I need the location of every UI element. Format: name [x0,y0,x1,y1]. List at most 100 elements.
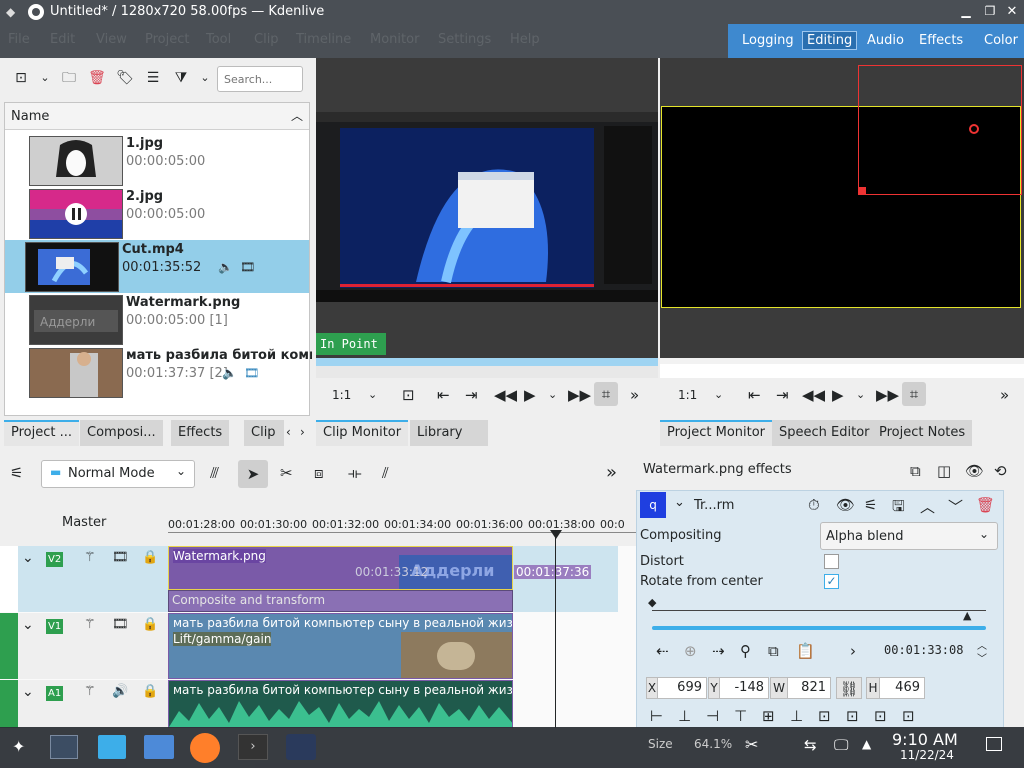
fit-icon[interactable]: ⊡ [402,386,415,404]
align-middle-icon[interactable]: ⊞ [762,707,775,725]
move-up-icon[interactable]: ︿ [920,496,935,517]
fit-width-icon[interactable]: ⊡ [846,707,859,725]
hide-track-icon[interactable]: 🎞 [112,617,129,632]
bin-item[interactable]: мать разбила битой компь 00:01:37:37 [2]… [25,346,313,399]
razor-tool-icon[interactable]: ✂ [280,464,293,482]
forward-icon[interactable]: ▶▶ [568,386,591,404]
save-icon[interactable]: 🖫 [892,496,905,521]
track-header-v1[interactable]: ⌄ V1 ⚚ 🎞 🔒 [0,613,168,679]
transform-corner-handle[interactable] [858,187,866,195]
add-clip-icon[interactable]: ⊡ [10,67,32,89]
lock-icon[interactable]: 🔒 [142,617,158,632]
link-icon[interactable]: ⛓ [836,677,862,699]
track-name[interactable]: V1 [46,619,64,634]
clip-monitor-ruler[interactable] [316,358,658,378]
compositing-select[interactable]: Alpha blend ⌄ [820,522,998,550]
align-left-icon[interactable]: ⊢ [650,707,663,725]
chevron-down-icon[interactable]: ⌄ [22,684,34,700]
spin-down-icon[interactable]: ﹀ [977,650,987,665]
chevron-down-icon[interactable]: ⌄ [674,495,685,510]
rewind-icon[interactable]: ◀◀ [802,386,825,404]
tab-project-monitor[interactable]: Project Monitor [660,420,773,446]
timeline-settings-icon[interactable]: ⚟ [10,464,23,482]
align-top-icon[interactable]: ⊤ [734,707,747,725]
menu-clip[interactable]: Clip [254,32,279,47]
edit-mode-select[interactable]: ▬ Normal Mode ⌄ [41,460,195,488]
transform-box[interactable] [858,65,1022,195]
zoom-select[interactable]: 1:1 [678,388,697,402]
project-monitor-video[interactable] [661,65,1022,308]
move-down-icon[interactable]: ﹀ [948,496,963,517]
firefox-icon[interactable] [190,733,220,763]
track-header-a1[interactable]: ⌄ A1 ⚚ 🔊 🔒 [0,680,168,728]
bin-item[interactable]: Аддерли Watermark.png 00:00:05:00 [1] [25,293,313,346]
layout-effects[interactable]: Effects [919,33,963,48]
playhead-marker[interactable] [550,530,562,539]
play-icon[interactable]: ▶ [524,386,536,404]
fit-icon[interactable]: ⊡ [818,707,831,725]
chevron-right-icon[interactable]: › [300,425,305,439]
crop-icon[interactable]: ⌗ [594,382,618,406]
w-input[interactable]: 821 [787,677,831,699]
tab-clip-properties[interactable]: Clip P [244,420,284,446]
fit-height-icon[interactable]: ⊡ [874,707,887,725]
chevron-down-icon[interactable]: ⌄ [22,617,34,633]
minimize-button[interactable]: ▁ [958,4,974,20]
settings-icon[interactable]: ⚟ [864,496,877,514]
chevron-down-icon[interactable]: ⌄ [714,388,723,401]
menu-project[interactable]: Project [145,32,189,47]
menu-timeline[interactable]: Timeline [296,32,351,47]
tab-compositions[interactable]: Composi... [80,420,163,446]
ripple-tool-icon[interactable]: ⟛ [348,464,362,482]
tag-icon[interactable]: 🏷 [114,67,136,89]
rewind-icon[interactable]: ◀◀ [494,386,517,404]
track-name[interactable]: V2 [46,552,64,567]
tab-clip-monitor[interactable]: Clip Monitor [316,420,409,446]
filter-icon[interactable]: ⧩ [170,67,192,89]
column-header[interactable]: Name ︿ [5,103,309,130]
track-name[interactable]: A1 [46,686,64,701]
fill-icon[interactable]: ⊡ [902,707,915,725]
project-monitor-ruler[interactable] [660,358,1024,378]
chevron-down-icon[interactable]: ⌄ [548,388,557,401]
keyframe-start-marker[interactable]: ◆ [648,596,656,609]
add-folder-icon[interactable]: 🗀 [58,67,80,89]
network-icon[interactable]: ⇆ [804,736,817,754]
app-launcher-icon[interactable]: ✦ [12,737,25,756]
tab-effects[interactable]: Effects [171,420,230,446]
zoom-select[interactable]: 1:1 [332,388,351,402]
kdenlive-icon[interactable] [286,734,316,760]
reset-icon[interactable]: ⟲ [994,462,1007,480]
scissors-icon[interactable]: ✂ [745,735,758,754]
chevron-right-icon[interactable]: › [850,642,856,660]
timeline-clip[interactable]: мать разбила битой компьютер сыну в реал… [168,680,513,728]
layout-audio[interactable]: Audio [867,33,904,48]
align-right-icon[interactable]: ⊣ [706,707,719,725]
slide-tool-icon[interactable]: ⫽ [382,464,389,482]
y-input[interactable]: -148 [719,677,769,699]
eye-icon[interactable]: 👁 [836,496,855,514]
chevron-down-icon[interactable]: ⌄ [856,388,865,401]
file-manager-icon[interactable] [98,735,126,759]
distort-checkbox[interactable] [824,554,839,569]
chevron-down-icon[interactable]: ⌄ [22,550,34,566]
hide-track-icon[interactable]: 🎞 [112,550,129,565]
mute-icon[interactable]: 🔊 [112,684,128,699]
set-in-icon[interactable]: ⇤ [748,386,761,404]
clip-monitor-video[interactable] [316,112,658,302]
previous-keyframe-icon[interactable]: ⇠ [656,642,669,660]
set-out-icon[interactable]: ⇥ [465,386,478,404]
attach-icon[interactable]: ⚲ [740,642,751,660]
pager-icon[interactable] [50,735,78,759]
next-keyframe-icon[interactable]: ⇢ [712,642,725,660]
master-label[interactable]: Master [62,515,106,530]
menu-tool[interactable]: Tool [206,32,231,47]
lock-icon[interactable]: 🔒 [142,684,158,699]
chevron-down-icon[interactable]: ⌄ [34,67,56,89]
forward-icon[interactable]: ▶▶ [876,386,899,404]
tray-expand-icon[interactable]: ▲ [862,737,871,751]
more-icon[interactable]: » [1000,386,1009,404]
close-button[interactable]: ✕ [1004,4,1020,20]
composition[interactable]: Composite and transform [168,590,513,612]
menu-monitor[interactable]: Monitor [370,32,419,47]
